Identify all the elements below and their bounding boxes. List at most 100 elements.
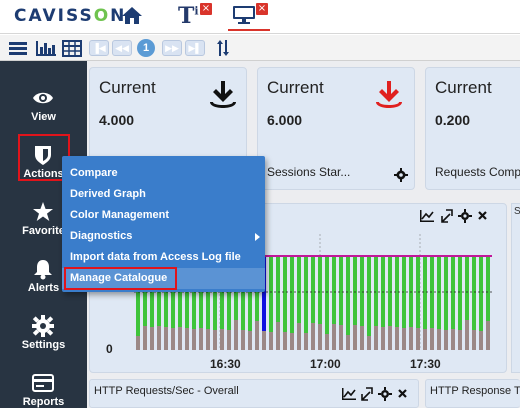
- eye-icon: [33, 92, 53, 104]
- close-tab-icon[interactable]: ×: [256, 3, 268, 15]
- card-footer: Sessions Star...: [267, 165, 351, 179]
- metric-card[interactable]: Current 6.000 Sessions Star...: [257, 67, 415, 190]
- chart-bar-segment: [192, 329, 196, 350]
- previous-page-icon[interactable]: ◀◀: [112, 40, 132, 56]
- card-title: Current: [99, 78, 156, 97]
- metric-card[interactable]: Current 0.200 Requests Comp...: [425, 67, 520, 190]
- monitor-icon: [233, 6, 255, 24]
- chart-bar-segment: [486, 256, 490, 321]
- home-icon[interactable]: [121, 5, 143, 25]
- tab-monitor-view[interactable]: ×: [228, 3, 270, 31]
- hamburger-menu-icon[interactable]: [8, 39, 28, 57]
- line-chart-icon: [342, 388, 356, 400]
- chart-bar-segment: [381, 327, 385, 350]
- next-page-icon[interactable]: ▶▶: [162, 40, 182, 56]
- chart-bar-segment: [241, 330, 245, 350]
- bar-chart-icon[interactable]: [35, 39, 57, 57]
- sidebar-item-reports[interactable]: Reports: [0, 360, 87, 408]
- chart-bar-segment: [402, 328, 406, 350]
- bottom-panel: HTTP Requests/Sec - Overall: [89, 379, 419, 408]
- card-footer: Requests Comp...: [435, 165, 520, 179]
- tab-text-view[interactable]: Ti ×: [176, 3, 212, 31]
- chart-bar-segment: [388, 326, 392, 350]
- panel-toolbar: [342, 387, 407, 401]
- chart-bar-segment: [444, 256, 448, 330]
- star-icon: [33, 202, 53, 221]
- chart-bar-segment: [304, 256, 308, 333]
- menu-item-compare[interactable]: Compare: [62, 163, 265, 184]
- chart-bar-segment: [367, 336, 371, 350]
- chart-bar-segment: [227, 330, 231, 350]
- chart-bar-segment: [164, 327, 168, 350]
- chart-bar-segment: [451, 329, 455, 350]
- chart-bar-segment: [360, 326, 364, 350]
- chart-bar-segment: [346, 256, 350, 335]
- chart-bar-segment: [479, 331, 483, 350]
- chart-bar-segment: [318, 324, 322, 350]
- chart-bar-segment: [290, 256, 294, 333]
- chart-bar-segment: [332, 256, 336, 324]
- chart-bar-segment: [269, 332, 273, 350]
- close-icon: [398, 389, 407, 398]
- gear-icon: [32, 315, 54, 337]
- first-page-icon[interactable]: ▐◀: [89, 40, 109, 56]
- sidebar-item-label: View: [31, 111, 56, 123]
- card-value: 6.000: [267, 112, 303, 128]
- panel-title: HTTP Requests/Sec - Overall: [94, 385, 239, 397]
- x-axis-tick: 16:30: [210, 357, 241, 371]
- menu-item-import-access-log[interactable]: Import data from Access Log file: [62, 247, 265, 268]
- chart-bar-segment: [143, 326, 147, 350]
- chart-bar-segment: [451, 256, 455, 329]
- menu-item-derived-graph[interactable]: Derived Graph: [62, 184, 265, 205]
- chart-bar-segment: [339, 325, 343, 350]
- y-axis-tick: 0: [106, 342, 113, 356]
- x-axis-tick: 17:30: [410, 357, 441, 371]
- chart-bar-segment: [136, 336, 140, 350]
- chart-bar-segment: [206, 329, 210, 350]
- download-arrow-icon[interactable]: [374, 80, 404, 112]
- chart-bar-segment: [318, 256, 322, 324]
- chart-bar-segment: [472, 330, 476, 350]
- last-page-icon[interactable]: ▶▌: [185, 40, 205, 56]
- chart-bar-segment: [395, 256, 399, 327]
- card-value: 4.000: [99, 112, 135, 128]
- chart-bar-segment: [346, 335, 350, 350]
- current-page-indicator[interactable]: 1: [137, 39, 155, 57]
- chart-bar-segment: [276, 322, 280, 350]
- chart-bar-segment: [367, 256, 371, 336]
- chart-bar-segment: [486, 321, 490, 350]
- chart-bar-segment: [325, 256, 329, 334]
- menu-item-diagnostics[interactable]: Diagnostics: [62, 226, 265, 247]
- cavisson-logo: CAVISSON: [14, 6, 127, 26]
- right-panel-edge: S: [511, 203, 520, 373]
- chart-bar-segment: [297, 256, 301, 323]
- chart-bar-segment: [416, 328, 420, 350]
- submenu-arrow-icon: [255, 233, 260, 241]
- chart-bar-segment: [374, 326, 378, 350]
- sidebar-item-view[interactable]: View: [0, 75, 87, 132]
- x-axis-tick: 17:00: [310, 357, 341, 371]
- chart-bar-segment: [283, 332, 287, 350]
- chart-bar-segment: [465, 256, 469, 320]
- menu-item-color-management[interactable]: Color Management: [62, 205, 265, 226]
- card-settings-gear-icon[interactable]: [394, 168, 408, 182]
- chart-bar-segment: [178, 327, 182, 350]
- close-tab-icon[interactable]: ×: [200, 3, 212, 15]
- chart-bar-segment: [409, 256, 413, 327]
- chart-bar-segment: [353, 325, 357, 350]
- chart-bar-segment: [199, 328, 203, 350]
- sidebar-item-settings[interactable]: Settings: [0, 303, 87, 360]
- chart-bar-segment: [290, 333, 294, 350]
- chart-bar-segment: [213, 330, 217, 350]
- chart-bar-segment: [353, 256, 357, 325]
- sidebar-item-label: Settings: [21, 339, 66, 351]
- card-value: 0.200: [435, 112, 471, 128]
- chart-bar-segment: [311, 256, 315, 323]
- chart-bar-segment: [269, 256, 273, 332]
- sidebar-item-label: Reports: [22, 396, 65, 408]
- report-card-icon: [32, 374, 54, 392]
- chart-bar-segment: [388, 256, 392, 326]
- download-arrow-icon[interactable]: [208, 80, 238, 112]
- sort-arrows-icon[interactable]: [216, 39, 230, 57]
- table-grid-icon[interactable]: [62, 39, 82, 57]
